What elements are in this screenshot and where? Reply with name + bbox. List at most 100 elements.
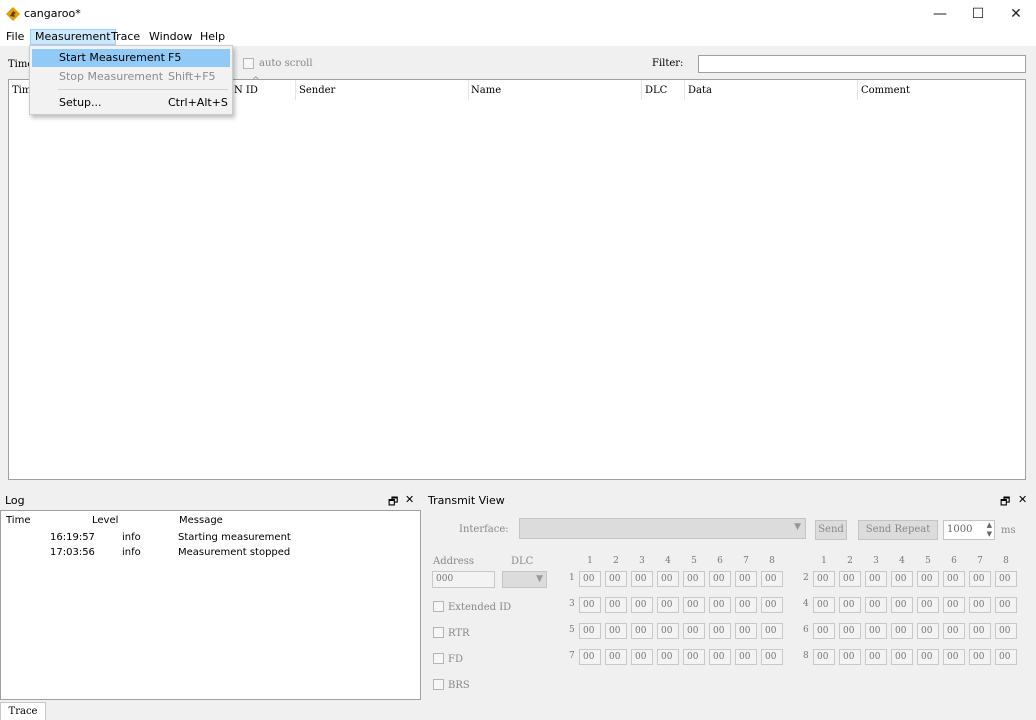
menu-measurement[interactable]: Measurement	[30, 29, 116, 45]
close-transmit-icon[interactable]: ✕	[1018, 493, 1027, 506]
trace-table[interactable]: Tim N ID ^ Sender Name DLC Data Comment	[8, 76, 1026, 480]
data-byte-input[interactable]: 00	[813, 649, 835, 665]
data-byte-input[interactable]: 00	[683, 597, 705, 613]
data-byte-input[interactable]: 00	[917, 597, 939, 613]
send-button[interactable]: Send	[815, 520, 847, 540]
data-byte-input[interactable]: 00	[995, 597, 1017, 613]
menu-trace[interactable]: Trace	[107, 29, 144, 45]
data-byte-input[interactable]: 00	[917, 623, 939, 639]
menu-window[interactable]: Window	[145, 29, 196, 45]
data-byte-input[interactable]: 00	[969, 571, 991, 587]
close-log-icon[interactable]: ✕	[405, 493, 414, 506]
spin-down-icon[interactable]: ▼	[987, 530, 992, 538]
undock-transmit-icon[interactable]: 🗗	[1000, 493, 1010, 512]
data-byte-input[interactable]: 00	[865, 623, 887, 639]
data-byte-input[interactable]: 00	[657, 623, 679, 639]
maximize-button[interactable]: ☐	[958, 0, 998, 28]
data-byte-input[interactable]: 00	[917, 649, 939, 665]
data-byte-input[interactable]: 00	[761, 623, 783, 639]
data-byte-input[interactable]: 00	[761, 649, 783, 665]
data-byte-input[interactable]: 00	[969, 623, 991, 639]
rtr-checkbox[interactable]	[433, 627, 444, 638]
data-byte-input[interactable]: 00	[865, 571, 887, 587]
data-byte-input[interactable]: 00	[995, 571, 1017, 587]
log-table[interactable]: Time Level Message 16:19:57 info Startin…	[0, 510, 421, 700]
data-byte-input[interactable]: 00	[605, 623, 627, 639]
data-byte-input[interactable]: 00	[631, 623, 653, 639]
data-byte-input[interactable]: 00	[891, 623, 913, 639]
data-byte-input[interactable]: 00	[657, 571, 679, 587]
data-byte-input[interactable]: 00	[917, 571, 939, 587]
data-byte-input[interactable]: 00	[709, 571, 731, 587]
menu-help[interactable]: Help	[196, 29, 229, 45]
dlc-select[interactable]: ▼	[502, 571, 547, 588]
data-byte-input[interactable]: 00	[709, 597, 731, 613]
fd-checkbox[interactable]	[433, 653, 444, 664]
data-byte-input[interactable]: 00	[891, 597, 913, 613]
data-byte-input[interactable]: 00	[683, 571, 705, 587]
data-byte-input[interactable]: 00	[735, 597, 757, 613]
data-byte-input[interactable]: 00	[969, 597, 991, 613]
data-byte-input[interactable]: 00	[735, 571, 757, 587]
data-byte-input[interactable]: 00	[943, 571, 965, 587]
interface-select[interactable]: ▼	[519, 518, 806, 539]
data-byte-input[interactable]: 00	[683, 649, 705, 665]
data-byte-input[interactable]: 00	[579, 571, 601, 587]
column-header-data[interactable]: Data	[688, 85, 712, 96]
menu-file[interactable]: File	[2, 29, 28, 45]
data-byte-input[interactable]: 00	[735, 623, 757, 639]
data-byte-input[interactable]: 00	[605, 649, 627, 665]
data-byte-input[interactable]: 00	[631, 597, 653, 613]
data-byte-input[interactable]: 00	[605, 597, 627, 613]
data-byte-input[interactable]: 00	[761, 597, 783, 613]
data-byte-input[interactable]: 00	[839, 649, 861, 665]
data-byte-input[interactable]: 00	[891, 649, 913, 665]
data-byte-input[interactable]: 00	[657, 597, 679, 613]
data-byte-input[interactable]: 00	[683, 623, 705, 639]
repeat-interval-spinbox[interactable]: 1000 ▲ ▼	[943, 520, 995, 540]
brs-checkbox[interactable]	[433, 679, 444, 690]
data-byte-input[interactable]: 00	[995, 649, 1017, 665]
send-repeat-button[interactable]: Send Repeat	[858, 520, 938, 540]
auto-scroll-checkbox[interactable]	[243, 58, 254, 69]
minimize-button[interactable]: —	[920, 0, 960, 28]
menu-item-start-measurement[interactable]: Start Measurement F5	[32, 49, 230, 67]
data-byte-input[interactable]: 00	[943, 597, 965, 613]
tab-trace[interactable]: Trace	[0, 702, 46, 720]
data-byte-input[interactable]: 00	[631, 649, 653, 665]
extended-id-checkbox[interactable]	[433, 601, 444, 612]
data-byte-input[interactable]: 00	[839, 571, 861, 587]
data-byte-input[interactable]: 00	[579, 649, 601, 665]
data-byte-input[interactable]: 00	[839, 597, 861, 613]
data-byte-input[interactable]: 00	[943, 649, 965, 665]
data-byte-input[interactable]: 00	[579, 597, 601, 613]
data-byte-input[interactable]: 00	[761, 571, 783, 587]
filter-input[interactable]	[698, 55, 1026, 73]
column-header-sender[interactable]: Sender	[299, 85, 335, 96]
data-byte-input[interactable]: 00	[969, 649, 991, 665]
data-byte-input[interactable]: 00	[865, 649, 887, 665]
data-byte-input[interactable]: 00	[709, 623, 731, 639]
data-byte-input[interactable]: 00	[631, 571, 653, 587]
column-header-comment[interactable]: Comment	[861, 85, 910, 96]
data-byte-input[interactable]: 00	[813, 623, 835, 639]
column-header-name[interactable]: Name	[471, 85, 501, 96]
close-button[interactable]: ✕	[996, 0, 1036, 28]
data-byte-input[interactable]: 00	[839, 623, 861, 639]
data-byte-input[interactable]: 00	[735, 649, 757, 665]
address-input[interactable]: 000	[432, 571, 495, 588]
menu-item-setup[interactable]: Setup... Ctrl+Alt+S	[32, 94, 230, 112]
data-byte-input[interactable]: 00	[995, 623, 1017, 639]
data-byte-input[interactable]: 00	[891, 571, 913, 587]
data-byte-input[interactable]: 00	[865, 597, 887, 613]
column-header-dlc[interactable]: DLC	[645, 85, 667, 96]
data-byte-input[interactable]: 00	[813, 597, 835, 613]
data-byte-input[interactable]: 00	[943, 623, 965, 639]
data-byte-input[interactable]: 00	[605, 571, 627, 587]
column-header-can-id[interactable]: N ID	[234, 85, 258, 96]
data-byte-input[interactable]: 00	[813, 571, 835, 587]
data-byte-input[interactable]: 00	[709, 649, 731, 665]
spin-up-icon[interactable]: ▲	[987, 521, 992, 529]
data-byte-input[interactable]: 00	[657, 649, 679, 665]
data-byte-input[interactable]: 00	[579, 623, 601, 639]
